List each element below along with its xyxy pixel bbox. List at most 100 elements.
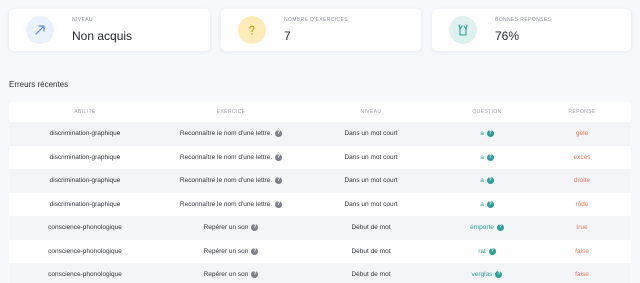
cell-ability: conscience-phonologique bbox=[9, 248, 161, 255]
column-header-exercise[interactable]: EXERCICE bbox=[161, 109, 301, 115]
cell-level-text: Début de mot bbox=[351, 271, 391, 279]
table-row[interactable]: conscience-phonologique Repérer un son? Dé… bbox=[9, 216, 631, 240]
help-icon[interactable]: ? bbox=[486, 177, 494, 185]
cell-level: Dans un mot court bbox=[301, 154, 441, 161]
help-icon[interactable]: ? bbox=[251, 224, 259, 232]
cell-exercise: Repérer un son? bbox=[161, 247, 301, 255]
cell-ability: conscience-phonologique bbox=[9, 271, 161, 278]
cell-level-text: Dans un mot court bbox=[344, 153, 398, 161]
cell-ability-text: discrimination-graphique bbox=[49, 200, 121, 208]
cell-response: rôde bbox=[533, 201, 631, 208]
cell-response: false bbox=[533, 248, 631, 255]
cell-ability: discrimination-graphique bbox=[9, 177, 161, 184]
cell-level: Début de mot bbox=[301, 224, 441, 231]
trend-arrow-icon bbox=[35, 25, 45, 35]
cell-level-text: Dans un mot court bbox=[344, 130, 398, 138]
cell-exercise-text: Reconnaître le nom d'une lettre. bbox=[179, 130, 273, 138]
cell-response-text: false bbox=[575, 247, 589, 255]
help-icon[interactable]: ? bbox=[275, 200, 283, 208]
column-header-ability[interactable]: ABILITÉ bbox=[9, 109, 161, 115]
cell-question-text: a bbox=[480, 177, 484, 185]
cell-response: excès bbox=[533, 154, 631, 161]
column-header-response[interactable]: RÉPONSE bbox=[533, 109, 631, 115]
hands-up-icon bbox=[458, 24, 468, 36]
cell-level-text: Début de mot bbox=[351, 224, 391, 232]
help-icon[interactable]: ? bbox=[486, 200, 494, 208]
cell-response: gèle bbox=[533, 130, 631, 137]
cell-exercise-text: Repérer un son bbox=[203, 271, 249, 279]
stat-value: Non acquis bbox=[72, 29, 133, 43]
cell-response-text: rôde bbox=[575, 200, 589, 208]
table-body: discrimination-graphique Reconnaître le n… bbox=[9, 122, 631, 283]
cell-question: a? bbox=[441, 177, 533, 185]
help-icon[interactable]: ? bbox=[496, 224, 504, 232]
cell-exercise: Reconnaître le nom d'une lettre.? bbox=[161, 177, 301, 185]
cell-level-text: Début de mot bbox=[351, 247, 391, 255]
help-icon[interactable]: ? bbox=[275, 177, 283, 185]
cell-level: Dans un mot court bbox=[301, 177, 441, 184]
cell-response-text: gèle bbox=[575, 130, 589, 138]
help-icon[interactable]: ? bbox=[495, 271, 503, 279]
cell-response-text: true bbox=[576, 224, 588, 232]
cell-response: false bbox=[533, 271, 631, 278]
cell-question-text: a bbox=[480, 130, 484, 138]
cell-ability-text: discrimination-graphique bbox=[49, 130, 121, 138]
cell-ability: conscience-phonologique bbox=[9, 224, 161, 231]
help-icon[interactable]: ? bbox=[488, 247, 496, 255]
cell-response-text: droite bbox=[573, 177, 591, 185]
table-row[interactable]: discrimination-graphique Reconnaître le n… bbox=[9, 169, 631, 193]
cell-question-text: emporte bbox=[470, 224, 494, 232]
stat-label: NIVEAU bbox=[72, 17, 94, 23]
cell-exercise-text: Repérer un son bbox=[203, 224, 249, 232]
cell-response-text: false bbox=[575, 271, 589, 279]
cell-ability-text: conscience-phonologique bbox=[48, 247, 122, 255]
cell-level: Début de mot bbox=[301, 271, 441, 278]
column-header-level[interactable]: NIVEAU bbox=[301, 109, 441, 115]
cell-exercise-text: Reconnaître le nom d'une lettre. bbox=[179, 177, 273, 185]
cell-question: a? bbox=[441, 153, 533, 161]
cell-question-text: a bbox=[480, 200, 484, 208]
table-row[interactable]: discrimination-graphique Reconnaître le n… bbox=[9, 193, 631, 217]
cell-question-text: verglas bbox=[471, 271, 493, 279]
stat-card-level: NIVEAU Non acquis bbox=[9, 9, 210, 51]
cell-level: Dans un mot court bbox=[301, 130, 441, 137]
cell-ability: discrimination-graphique bbox=[9, 201, 161, 208]
cell-exercise: Repérer un son? bbox=[161, 271, 301, 279]
help-icon[interactable]: ? bbox=[275, 130, 283, 138]
table-row[interactable]: conscience-phonologique Repérer un son? Dé… bbox=[9, 263, 631, 283]
stat-value: 76% bbox=[495, 29, 520, 43]
table-row[interactable]: discrimination-graphique Reconnaître le n… bbox=[9, 146, 631, 170]
stat-value: 7 bbox=[284, 29, 291, 43]
cell-exercise-text: Reconnaître le nom d'une lettre. bbox=[179, 153, 273, 161]
errors-table: ABILITÉ EXERCICE NIVEAU QUESTION RÉPONSE… bbox=[9, 102, 631, 283]
table-row[interactable]: conscience-phonologique Repérer un son? Dé… bbox=[9, 240, 631, 264]
cell-question: a? bbox=[441, 130, 533, 138]
cell-question: emporte? bbox=[441, 224, 533, 232]
help-icon[interactable]: ? bbox=[486, 130, 494, 138]
cell-level-text: Dans un mot court bbox=[344, 177, 398, 185]
section-title: Erreurs récentes bbox=[9, 80, 69, 89]
table-row[interactable]: discrimination-graphique Reconnaître le n… bbox=[9, 122, 631, 146]
cell-question: verglas? bbox=[441, 271, 533, 279]
help-icon[interactable]: ? bbox=[251, 271, 259, 279]
cell-ability: discrimination-graphique bbox=[9, 130, 161, 137]
cell-ability-text: discrimination-graphique bbox=[49, 177, 121, 185]
cell-question-text: a bbox=[480, 153, 484, 161]
cell-response-text: excès bbox=[573, 153, 591, 161]
help-icon[interactable]: ? bbox=[486, 153, 494, 161]
cell-exercise: Reconnaître le nom d'une lettre.? bbox=[161, 153, 301, 161]
cell-exercise: Repérer un son? bbox=[161, 224, 301, 232]
stat-label: NOMBRE D'EXERCICES bbox=[284, 17, 348, 23]
help-icon[interactable]: ? bbox=[275, 153, 283, 161]
column-header-question[interactable]: QUESTION bbox=[441, 109, 533, 115]
cell-level: Dans un mot court bbox=[301, 201, 441, 208]
cell-ability-text: conscience-phonologique bbox=[48, 271, 122, 279]
cell-level: Début de mot bbox=[301, 248, 441, 255]
correct-icon-circle bbox=[449, 16, 477, 44]
help-icon[interactable]: ? bbox=[251, 247, 259, 255]
table-header: ABILITÉ EXERCICE NIVEAU QUESTION RÉPONSE bbox=[9, 102, 631, 122]
cell-exercise: Reconnaître le nom d'une lettre.? bbox=[161, 200, 301, 208]
cell-exercise: Reconnaître le nom d'une lettre.? bbox=[161, 130, 301, 138]
stat-card-correct: BONNES RÉPONSES 76% bbox=[432, 9, 631, 51]
cell-response: true bbox=[533, 224, 631, 231]
